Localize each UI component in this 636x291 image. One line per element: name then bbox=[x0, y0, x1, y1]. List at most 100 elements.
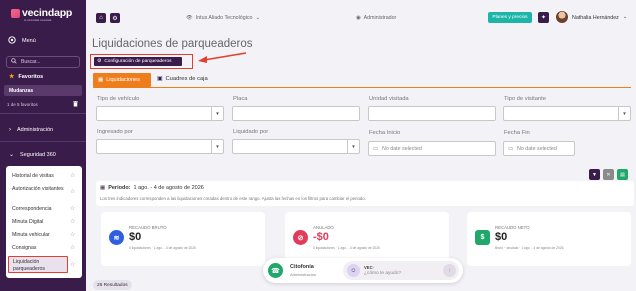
avatar[interactable] bbox=[556, 11, 568, 23]
stat-card-recaudo-bruto: ≋ RECAUDO BRUTO $0 0 liquidaciones · 1 a… bbox=[101, 212, 265, 266]
clear-filters-button[interactable]: ✕ bbox=[603, 169, 614, 180]
tipo-vehiculo-select[interactable]: ▼ bbox=[96, 106, 224, 121]
favorite-item-mudanzas[interactable]: Mudanzas bbox=[4, 85, 82, 96]
filter-icon: ▼ bbox=[592, 171, 597, 178]
org-name: Intus Aliado Tecnológico bbox=[195, 15, 253, 21]
liquidado-por-select[interactable]: ▼ bbox=[232, 139, 360, 154]
tab-label: Cuadres de caja bbox=[165, 76, 208, 82]
menu-icon bbox=[8, 36, 16, 46]
star-outline-icon[interactable]: ☆ bbox=[70, 205, 75, 212]
tab-liquidaciones[interactable]: ▦ Liquidaciones bbox=[93, 73, 151, 87]
ingresado-por-select[interactable]: ▼ bbox=[96, 139, 224, 154]
chevron-right-icon: › bbox=[9, 127, 11, 133]
sidebar: vecindapp tu comunidad conectada Menú Bu… bbox=[0, 0, 86, 291]
submenu-item-liquidacion[interactable]: Liquidación parqueaderos bbox=[13, 259, 68, 272]
star-outline-icon[interactable]: ☆ bbox=[70, 231, 75, 238]
star-outline-icon[interactable]: ☆ bbox=[70, 261, 75, 268]
star-outline-icon[interactable]: ☆ bbox=[70, 188, 75, 195]
page-title: Liquidaciones de parqueaderos bbox=[92, 38, 253, 50]
coins-icon: ≋ bbox=[109, 230, 124, 245]
brand-tagline: tu comunidad conectada bbox=[24, 19, 52, 22]
tab-cuadres-caja[interactable]: ▣ Cuadres de caja bbox=[157, 76, 208, 82]
bot-avatar-icon: ☺ bbox=[347, 264, 360, 277]
eye-icon: 👁 bbox=[186, 15, 193, 21]
tab-underline bbox=[93, 87, 631, 88]
brand-name: vecindapp bbox=[22, 7, 73, 19]
stat-subtext: 0 liquidaciones · 1 ago. - 4 de agosto d… bbox=[313, 246, 380, 250]
placa-input[interactable] bbox=[232, 106, 360, 121]
stat-subtext: 0 liquidaciones · 1 ago. - 4 de agosto d… bbox=[129, 246, 196, 250]
submenu-item-autorizacion[interactable]: Autorización visitantes bbox=[12, 186, 67, 193]
home-button[interactable]: ⌂ bbox=[96, 13, 106, 23]
search-icon bbox=[11, 58, 17, 66]
tools-button[interactable]: ✦ bbox=[538, 12, 549, 23]
filter-label-tipo-visitante: Tipo de visitante bbox=[504, 96, 546, 102]
submenu-item-consignas[interactable]: Consignas bbox=[12, 245, 67, 252]
filter-label-tipo-vehiculo: Tipo de vehículo bbox=[97, 96, 140, 102]
filter-label-fecha-fin: Fecha Fin bbox=[504, 130, 530, 136]
caret-down-icon: ▼ bbox=[211, 107, 223, 120]
star-icon: ★ bbox=[9, 74, 15, 80]
favorites-title: ★ Favoritos bbox=[9, 73, 44, 81]
user-name[interactable]: Nathalia Hernández bbox=[572, 15, 619, 21]
period-title: ▦ Periodo: 1 ago. - 4 de agosto de 2026 bbox=[100, 185, 204, 191]
filter-label-placa: Placa bbox=[233, 96, 248, 102]
favorites-label: Favoritos bbox=[18, 73, 44, 80]
submenu-item-correspondencia[interactable]: Correspondencia bbox=[12, 206, 67, 213]
settings-button[interactable]: ⚙ bbox=[110, 13, 120, 23]
brand-logo[interactable]: vecindapp bbox=[11, 7, 72, 19]
filter-label-liquidado-por: Liquidado por bbox=[233, 129, 269, 135]
close-icon: ✕ bbox=[606, 171, 611, 178]
stat-value: $0 bbox=[495, 231, 508, 243]
stat-label: RECAUDO NETO bbox=[495, 225, 530, 230]
search-placeholder: Buscar... bbox=[21, 59, 41, 65]
citofonia-subtitle: Administración bbox=[290, 272, 317, 277]
chevron-down-icon[interactable]: ⌄ bbox=[623, 14, 627, 20]
fecha-fin-picker[interactable]: ▭ No date selected bbox=[503, 141, 575, 156]
role-selector[interactable]: ◉ Administrador bbox=[356, 15, 396, 21]
citofonia-title: Citofonía bbox=[290, 264, 314, 270]
config-parqueaderos-button[interactable]: ⚙ Configuración de parqueaderos bbox=[94, 57, 182, 66]
star-outline-icon[interactable]: ☆ bbox=[70, 218, 75, 225]
caret-down-icon: ▼ bbox=[618, 107, 630, 120]
tipo-visitante-select[interactable]: ▼ bbox=[503, 106, 631, 121]
submenu-item-historial[interactable]: Historial de visitas bbox=[12, 173, 67, 180]
sidebar-search-input[interactable]: Buscar... bbox=[6, 56, 80, 68]
caret-down-icon: ▼ bbox=[347, 140, 359, 153]
stat-label: ANULADO bbox=[313, 225, 334, 230]
date-placeholder: No date selected bbox=[517, 145, 557, 152]
excel-icon: ▤ bbox=[620, 171, 625, 178]
cash-icon: ▣ bbox=[157, 76, 163, 82]
send-button[interactable]: ↑ bbox=[443, 264, 456, 277]
menu-toggle[interactable]: Menú bbox=[8, 36, 36, 46]
config-button-label: Configuración de parqueaderos bbox=[104, 59, 172, 64]
star-outline-icon[interactable]: ☆ bbox=[70, 172, 75, 179]
fecha-inicio-picker[interactable]: ▭ No date selected bbox=[368, 141, 496, 156]
filter-button[interactable]: ▼ bbox=[589, 169, 600, 180]
caret-down-icon: ▼ bbox=[211, 140, 223, 153]
stat-value: $0 bbox=[129, 231, 142, 243]
plans-button[interactable]: Planes y precios bbox=[488, 12, 532, 23]
annotation-arrow bbox=[198, 52, 247, 63]
star-outline-icon[interactable]: ☆ bbox=[70, 244, 75, 251]
bot-question: ¿cómo te ayudo? bbox=[364, 271, 402, 276]
sidebar-section-administracion[interactable]: › Administración bbox=[9, 127, 53, 133]
tab-label: Liquidaciones bbox=[106, 77, 140, 83]
favorites-count: 1 de 5 favoritos bbox=[7, 102, 38, 107]
sidebar-divider bbox=[0, 141, 86, 142]
topbar: ⌂ ⚙ 👁 Intus Aliado Tecnológico ⌄ ◉ Admin… bbox=[86, 0, 636, 34]
stat-value: -$0 bbox=[313, 231, 329, 243]
export-excel-button[interactable]: ▤ bbox=[617, 169, 628, 180]
citofonia-widget[interactable]: ☎ Citofonía Administración ☺ VEC· ¿cómo … bbox=[263, 258, 463, 283]
seguridad-submenu: Historial de visitas ☆ Autorización visi… bbox=[6, 166, 82, 278]
filter-label-ingresado-por: Ingresado por bbox=[97, 129, 133, 135]
unidad-visitada-input[interactable] bbox=[368, 106, 496, 121]
bot-name: VEC· bbox=[364, 265, 375, 270]
submenu-item-minuta-vehicular[interactable]: Minuta vehicular bbox=[12, 232, 67, 239]
sidebar-section-seguridad[interactable]: ⌄ Seguridad 360 bbox=[9, 151, 56, 159]
org-selector[interactable]: 👁 Intus Aliado Tecnológico ⌄ bbox=[186, 15, 260, 21]
period-range: 1 ago. - 4 de agosto de 2026 bbox=[133, 185, 204, 191]
submenu-item-minuta-digital[interactable]: Minuta Digital bbox=[12, 219, 67, 226]
assistant-input[interactable]: ☺ VEC· ¿cómo te ayudo? ↑ bbox=[343, 261, 459, 280]
trash-icon[interactable] bbox=[73, 101, 78, 109]
